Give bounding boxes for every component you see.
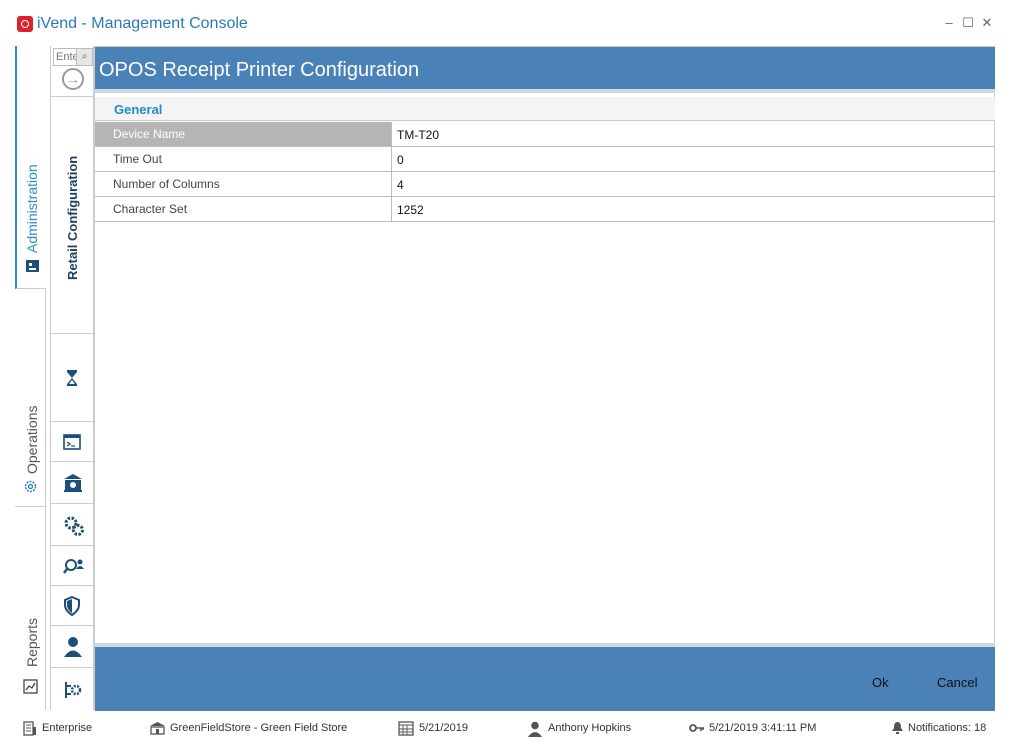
status-date-text: 5/21/2019 xyxy=(419,722,468,734)
property-label: Number of Columns xyxy=(95,172,392,196)
module-rail: Administration Operations Reports xyxy=(15,46,46,710)
status-user: Anthony Hopkins xyxy=(528,721,648,737)
building-icon xyxy=(23,721,36,736)
gear-icon xyxy=(24,480,37,493)
terminal-icon xyxy=(63,434,81,450)
store-icon xyxy=(150,722,165,735)
rail-item-search-user[interactable] xyxy=(51,546,95,586)
status-bar: Enterprise GreenFieldStore - Green Field… xyxy=(0,712,1012,756)
property-row-device-name[interactable]: Device Name TM-T20 xyxy=(95,122,995,147)
property-label: Time Out xyxy=(95,147,392,171)
time-out-field[interactable]: 0 xyxy=(392,147,995,171)
retail-configuration-label: Retail Configuration xyxy=(65,155,80,280)
cancel-button[interactable]: Cancel xyxy=(937,675,977,690)
property-row-number-of-columns[interactable]: Number of Columns 4 xyxy=(95,172,995,197)
ok-button[interactable]: Ok xyxy=(872,675,889,690)
user-icon xyxy=(528,721,542,737)
rail-item-settings[interactable] xyxy=(51,504,95,546)
number-of-columns-field[interactable]: 4 xyxy=(392,172,995,196)
rail-item-hourglass[interactable] xyxy=(51,334,95,422)
module-tab-reports[interactable]: Reports xyxy=(15,507,46,710)
app-logo-icon xyxy=(17,16,33,32)
rail-search-input[interactable]: Enter ⌕ xyxy=(53,48,93,66)
module-label-operations: Operations xyxy=(24,405,40,474)
rail-item-bank[interactable] xyxy=(51,462,95,504)
shield-icon xyxy=(64,596,80,616)
status-store: GreenFieldStore - Green Field Store xyxy=(149,721,359,737)
property-label: Character Set xyxy=(95,197,392,221)
status-date: 5/21/2019 xyxy=(398,721,488,737)
page-title: OPOS Receipt Printer Configuration xyxy=(99,59,420,81)
property-row-character-set[interactable]: Character Set 1252 xyxy=(95,197,995,222)
bell-icon xyxy=(892,722,903,734)
property-row-time-out[interactable]: Time Out 0 xyxy=(95,147,995,172)
user-icon xyxy=(64,637,82,657)
integration-icon xyxy=(65,682,82,698)
rail-item-integration[interactable] xyxy=(51,668,95,710)
module-label-administration: Administration xyxy=(24,164,40,253)
section-title: General xyxy=(114,102,163,117)
calendar-icon xyxy=(398,721,414,736)
property-label: Device Name xyxy=(95,122,392,146)
device-name-field[interactable]: TM-T20 xyxy=(392,122,995,146)
status-notifications[interactable]: Notifications: 18 xyxy=(891,721,1001,737)
main-header: OPOS Receipt Printer Configuration xyxy=(95,47,995,93)
module-label-reports: Reports xyxy=(24,617,40,667)
status-enterprise-text: Enterprise xyxy=(42,722,93,734)
status-login-time: 5/21/2019 3:41:11 PM xyxy=(689,721,829,737)
search-icon[interactable]: ⌕ xyxy=(76,49,92,65)
rail-item-shield[interactable] xyxy=(51,586,95,626)
arrow-right-icon[interactable]: → xyxy=(62,68,84,90)
dialog-footer: Ok Cancel xyxy=(95,643,995,711)
module-tab-operations[interactable]: Operations xyxy=(15,289,46,507)
title-bar: iVend - Management Console ‒ ☐ ✕ xyxy=(0,0,1012,46)
bank-icon xyxy=(64,474,82,492)
rail-search-placeholder: Enter xyxy=(56,51,78,63)
reports-icon xyxy=(23,679,38,694)
maximize-button[interactable]: ☐ xyxy=(961,15,975,31)
close-button[interactable]: ✕ xyxy=(980,15,994,31)
settings-cogs-icon xyxy=(64,516,84,536)
section-header-general[interactable]: General xyxy=(95,97,995,121)
search-user-icon xyxy=(63,559,84,574)
rail-item-terminal[interactable] xyxy=(51,422,95,462)
retail-configuration-section[interactable]: Retail Configuration xyxy=(51,96,95,334)
status-store-text: GreenFieldStore - Green Field Store xyxy=(170,722,348,734)
hourglass-icon xyxy=(67,370,77,386)
icon-rail: Enter ⌕ → Retail Configuration xyxy=(50,46,95,710)
module-tab-administration[interactable]: Administration xyxy=(15,46,46,289)
key-icon xyxy=(689,724,704,732)
rail-item-user[interactable] xyxy=(51,626,95,668)
status-login-time-text: 5/21/2019 3:41:11 PM xyxy=(709,722,817,734)
status-user-text: Anthony Hopkins xyxy=(548,722,632,734)
app-title: iVend - Management Console xyxy=(37,15,248,32)
admin-icon xyxy=(26,260,39,272)
minimize-button[interactable]: ‒ xyxy=(942,15,956,31)
character-set-field[interactable]: 1252 xyxy=(392,197,995,221)
main-panel: OPOS Receipt Printer Configuration Gener… xyxy=(94,46,995,711)
status-notifications-text: Notifications: 18 xyxy=(908,722,987,734)
status-enterprise: Enterprise xyxy=(23,721,103,737)
